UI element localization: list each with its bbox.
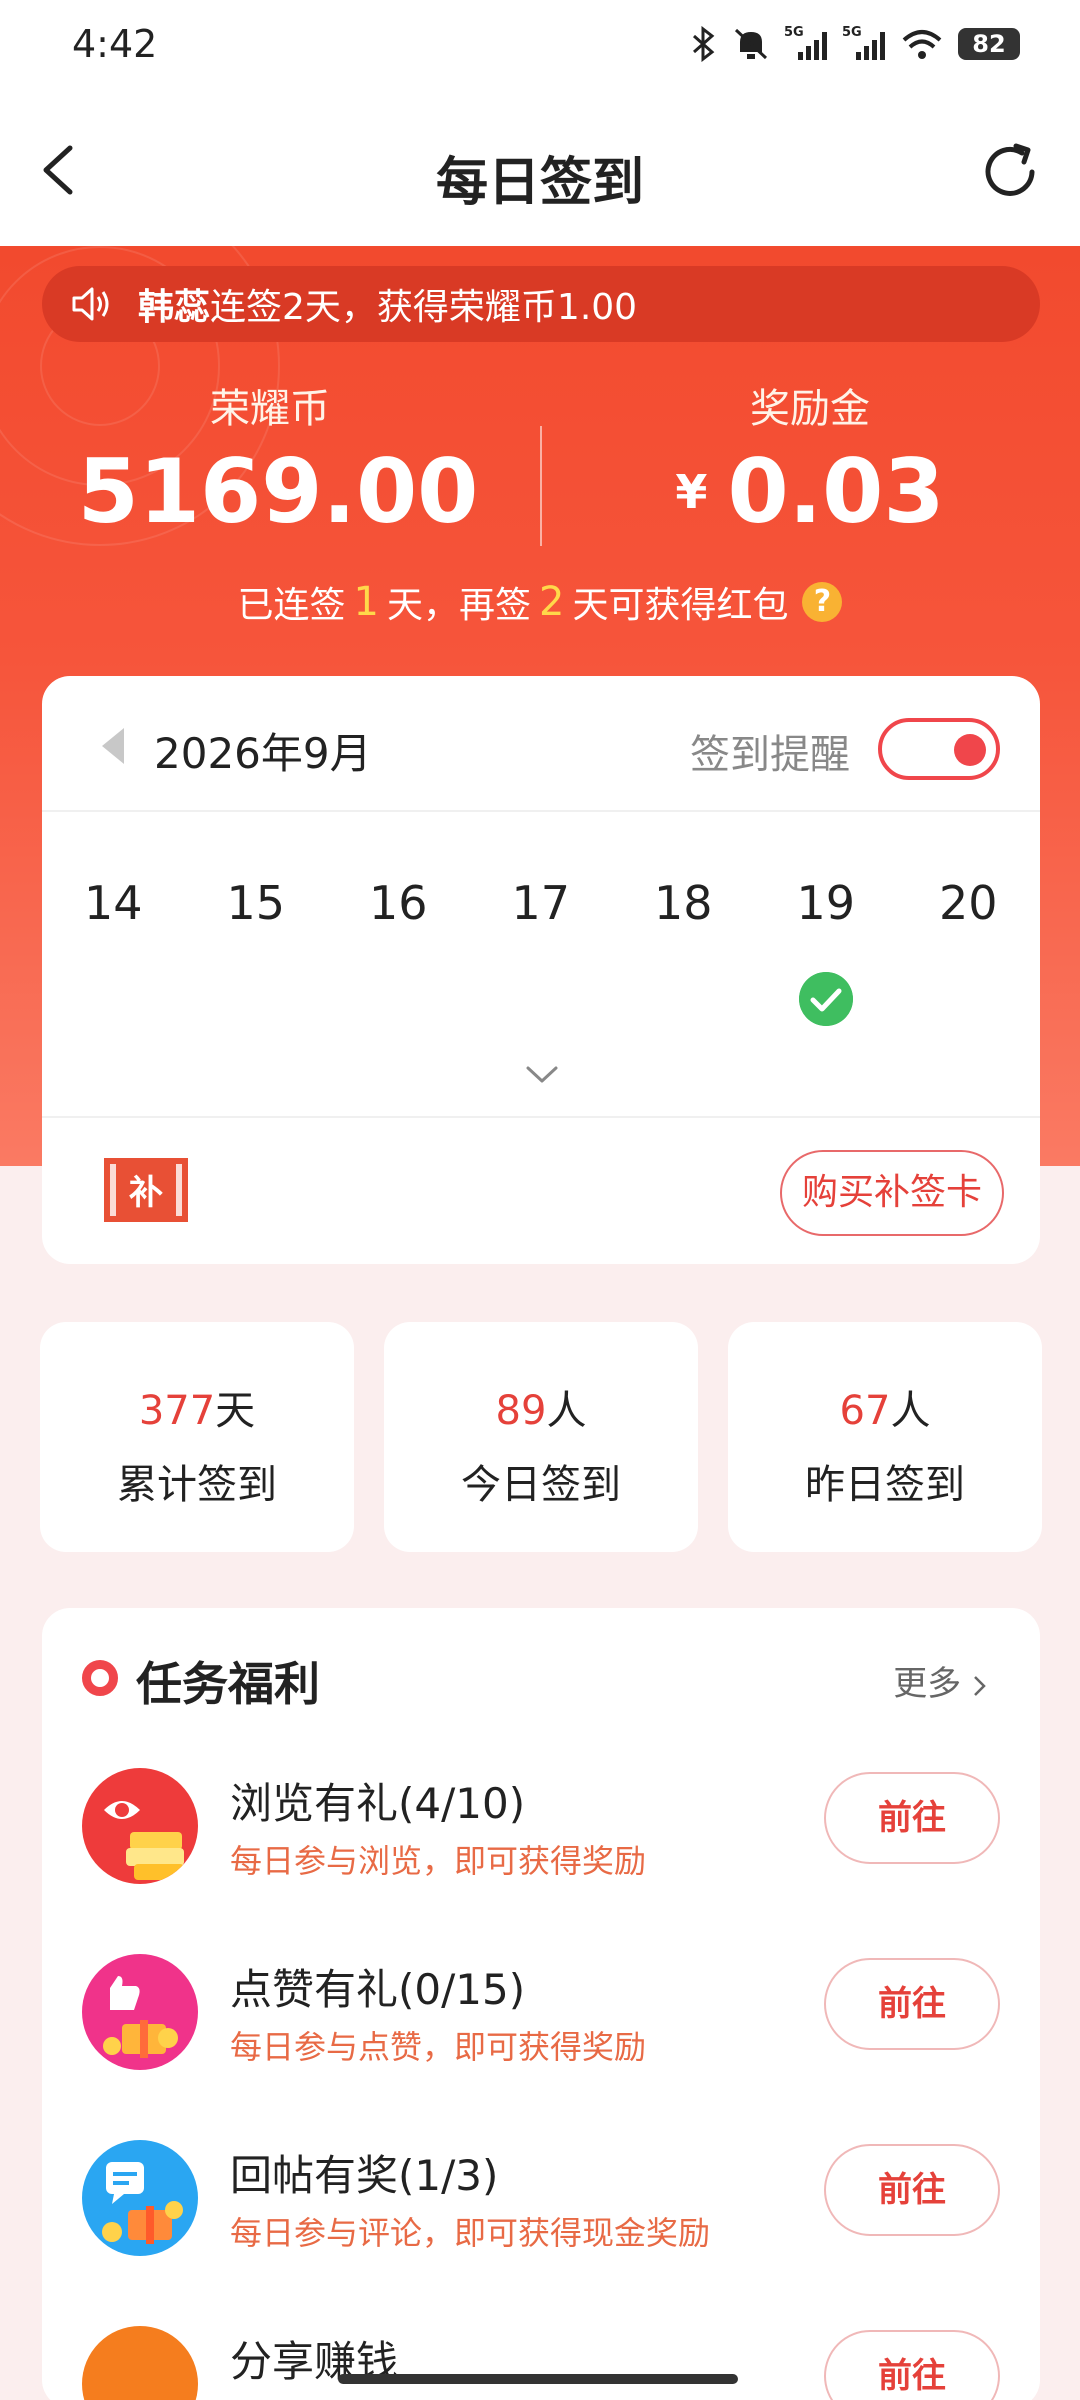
task-desc: 每日参与点赞，即可获得奖励 (230, 2028, 647, 2066)
task-desc: 每日参与浏览，即可获得奖励 (230, 1842, 647, 1880)
coins-block: 荣耀币 5169.00 (70, 376, 479, 543)
calendar-day[interactable]: 14 (42, 876, 185, 930)
thumbs-up-gift-icon (82, 1954, 198, 2070)
task-name: 回帖有奖(1/3) (230, 2151, 499, 2200)
task-name: 浏览有礼(4/10) (230, 1779, 526, 1828)
stat-unit: 人 (890, 1388, 931, 1434)
stat-value: 67 (839, 1388, 891, 1434)
streak-part2: 天，再签 (386, 585, 531, 626)
streak-part3: 天可获得红包 (572, 585, 789, 626)
stat-value: 89 (495, 1388, 547, 1434)
bonus-value: 0.03 (727, 440, 945, 543)
sign-in-notice: 韩蕊连签2天，获得荣耀币1.00 (42, 266, 1040, 342)
task-desc: 每日参与评论，即可获得现金奖励 (230, 2214, 711, 2252)
go-button[interactable]: 前往 (824, 1772, 1000, 1864)
stat-today: 89人 今日签到 (384, 1322, 698, 1552)
comment-gift-icon (82, 2140, 198, 2256)
signed-check-icon (799, 972, 853, 1026)
go-button[interactable]: 前往 (824, 1958, 1000, 2050)
eye-gift-icon (82, 1768, 198, 1884)
buy-makeup-card-button[interactable]: 购买补签卡 (780, 1150, 1004, 1236)
makeup-icon-char: 补 (129, 1173, 163, 1213)
calendar-day[interactable]: 20 (897, 876, 1040, 930)
stat-caption: 累计签到 (117, 1462, 277, 1508)
section-dot-icon (82, 1660, 118, 1696)
task-name: 点赞有礼(0/15) (230, 1965, 526, 2014)
stat-yesterday: 67人 昨日签到 (728, 1322, 1042, 1552)
task-item: 分享赚钱 前往 (42, 2316, 1040, 2400)
bonus-currency: ¥ (675, 464, 708, 519)
stat-total-days: 377天 累计签到 (40, 1322, 354, 1552)
bonus-value-row: ¥ 0.03 (610, 440, 1010, 543)
signal-5g-icon-2: 5G (842, 25, 885, 60)
status-icons: 5G 5G 82 (688, 24, 1020, 64)
expand-calendar-icon[interactable] (525, 1064, 559, 1086)
bonus-block: 奖励金 ¥ 0.03 (610, 376, 1010, 543)
week-days: 14 15 16 17 18 19 20 (42, 876, 1040, 930)
task-item: 点赞有礼(0/15) 每日参与点赞，即可获得奖励 前往 (42, 1944, 1040, 2084)
bonus-label: 奖励金 (750, 386, 870, 432)
toggle-knob (954, 734, 986, 766)
status-bar: 4:42 5G 5G 82 (0, 0, 1080, 96)
bluetooth-icon (693, 26, 715, 62)
svg-text:5G: 5G (784, 25, 804, 40)
chevron-right-icon (974, 1675, 986, 1696)
calendar-day[interactable]: 19 (755, 876, 898, 930)
stat-unit: 天 (215, 1388, 256, 1434)
battery-icon: 82 (958, 28, 1020, 60)
wifi-icon (902, 30, 942, 59)
status-time: 4:42 (72, 22, 158, 66)
calendar-card: 2026年9月 签到提醒 14 15 16 17 18 19 20 补 购买补签… (42, 676, 1040, 1264)
signal-5g-icon: 5G (784, 25, 827, 60)
svg-text:5G: 5G (842, 25, 862, 40)
go-button[interactable]: 前往 (824, 2144, 1000, 2236)
calendar-header: 2026年9月 签到提醒 (42, 676, 1040, 812)
more-label: 更多 (893, 1664, 962, 1704)
calendar-day[interactable]: 16 (327, 876, 470, 930)
title-bar: 每日签到 (0, 96, 1080, 246)
stat-value: 377 (138, 1388, 216, 1434)
coins-label: 荣耀币 (210, 386, 330, 432)
calendar-day[interactable]: 18 (612, 876, 755, 930)
streak-info: 已连签 1 天，再签 2 天可获得红包 ? (0, 576, 1080, 628)
task-item: 回帖有奖(1/3) 每日参与评论，即可获得现金奖励 前往 (42, 2130, 1040, 2270)
streak-days-signed: 1 (353, 579, 379, 625)
streak-days-remaining: 2 (539, 579, 565, 625)
reminder-toggle[interactable] (878, 718, 1000, 780)
go-button[interactable]: 前往 (824, 2330, 1000, 2400)
page-title: 每日签到 (435, 153, 644, 213)
task-item: 浏览有礼(4/10) 每日参与浏览，即可获得奖励 前往 (42, 1758, 1040, 1898)
refresh-button[interactable] (976, 138, 1044, 206)
makeup-row: 补 购买补签卡 (42, 1116, 1040, 1264)
calendar-month: 2026年9月 (154, 729, 372, 778)
calendar-day[interactable]: 15 (185, 876, 328, 930)
streak-part1: 已连签 (237, 585, 346, 626)
notice-message: 连签2天，获得荣耀币1.00 (210, 287, 638, 328)
speaker-icon (72, 287, 109, 321)
prev-month-icon[interactable] (102, 728, 124, 764)
tasks-card: 任务福利 更多 浏览有礼(4/10) 每日参与浏览，即可获得奖励 前往 点赞有礼… (42, 1608, 1040, 2400)
notice-user: 韩蕊 (138, 287, 211, 328)
mute-icon (734, 28, 768, 60)
notice-text: 韩蕊连签2天，获得荣耀币1.00 (138, 278, 637, 330)
divider (540, 426, 542, 546)
more-link[interactable]: 更多 (893, 1656, 988, 1705)
stat-caption: 今日签到 (461, 1462, 621, 1508)
share-gift-icon (82, 2326, 198, 2400)
coins-value: 5169.00 (77, 440, 479, 543)
reminder-label: 签到提醒 (690, 732, 850, 778)
stat-caption: 昨日签到 (805, 1462, 965, 1508)
tasks-title: 任务福利 (136, 1657, 320, 1711)
calendar-day[interactable]: 17 (470, 876, 613, 930)
makeup-card-icon: 补 (104, 1158, 188, 1222)
home-indicator[interactable] (338, 2374, 738, 2384)
stat-unit: 人 (546, 1388, 587, 1434)
coins-value-row: 5169.00 (70, 440, 479, 543)
help-icon[interactable]: ? (802, 582, 843, 622)
